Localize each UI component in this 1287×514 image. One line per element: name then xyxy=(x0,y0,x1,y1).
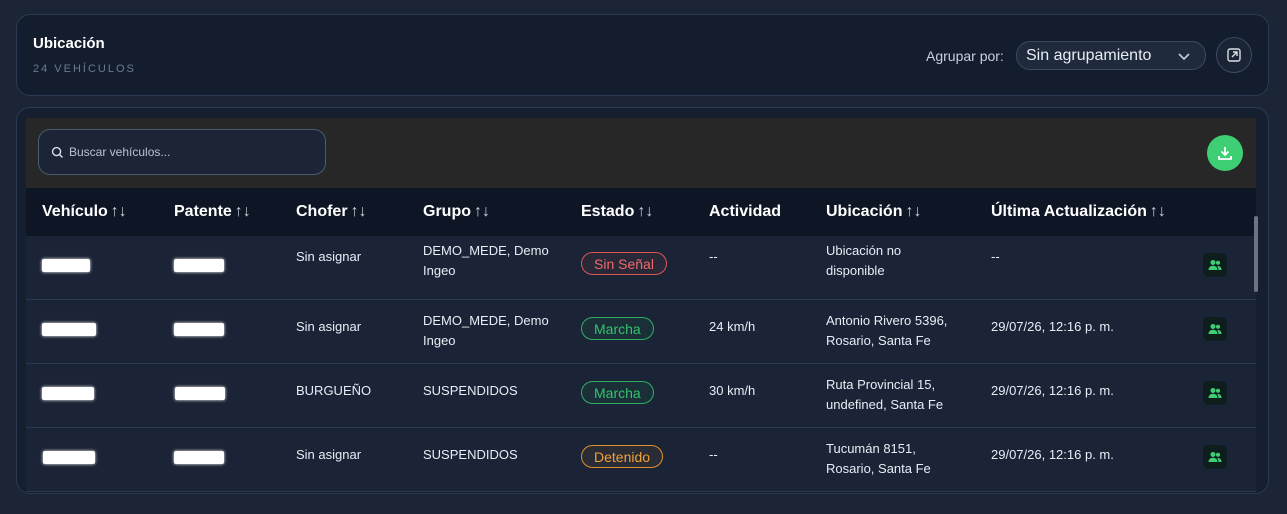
column-ultima-actualizacion[interactable]: Última Actualización ↑↓ xyxy=(991,203,1166,221)
external-link-icon xyxy=(1227,48,1241,62)
status-badge: Sin Señal xyxy=(581,252,667,275)
redacted-vehicle xyxy=(42,259,90,272)
search-box[interactable] xyxy=(38,129,326,175)
table-scrollbar[interactable] xyxy=(1254,216,1258,292)
status-badge: Marcha xyxy=(581,381,654,404)
actividad-cell: -- xyxy=(709,447,718,462)
group-by-value: Sin agrupamiento xyxy=(1026,46,1152,64)
grupo-cell: DEMO_MEDE, Demo Ingeo xyxy=(423,243,549,278)
redacted-plate xyxy=(174,323,224,336)
actualizacion-cell: 29/07/26, 12:16 p. m. xyxy=(991,319,1114,334)
ubicacion-cell: Tucumán 8151, Rosario, Santa Fe xyxy=(826,441,931,476)
column-ubicacion[interactable]: Ubicación ↑↓ xyxy=(826,203,921,221)
column-vehiculo[interactable]: Vehículo ↑↓ xyxy=(42,203,127,221)
redacted-plate xyxy=(174,451,224,464)
sort-icon[interactable]: ↑↓ xyxy=(905,203,921,220)
table-row[interactable]: Sin asignar DEMO_MEDE, Demo Ingeo Sin Señ… xyxy=(26,236,1256,300)
chofer-cell: BURGUEÑO xyxy=(296,383,372,398)
column-estado[interactable]: Estado ↑↓ xyxy=(581,203,653,221)
table-row[interactable]: BURGUEÑO SUSPENDIDOS Marcha 30 km/h Ruta… xyxy=(26,364,1256,428)
sort-icon[interactable]: ↑↓ xyxy=(474,203,490,220)
table-toolbar xyxy=(26,118,1256,188)
chevron-down-icon xyxy=(1178,53,1190,61)
status-badge: Detenido xyxy=(581,445,664,468)
sort-icon[interactable]: ↑↓ xyxy=(1150,203,1166,220)
column-patente[interactable]: Patente ↑↓ xyxy=(174,203,251,221)
page-title: Ubicación xyxy=(33,35,105,52)
search-input[interactable] xyxy=(69,145,309,159)
header-card: Ubicación 24 VEHÍCULOS Agrupar por: Sin … xyxy=(16,14,1269,96)
actividad-cell: 24 km/h xyxy=(709,319,756,334)
ubicacion-cell: Ruta Provincial 15, undefined, Santa Fe xyxy=(826,377,944,412)
users-icon xyxy=(1208,260,1222,270)
vehicle-count: 24 VEHÍCULOS xyxy=(33,63,136,75)
chofer-cell: Sin asignar xyxy=(296,447,362,462)
group-by-label: Agrupar por: xyxy=(926,48,1004,64)
redacted-vehicle xyxy=(42,323,96,336)
expand-button[interactable] xyxy=(1216,37,1252,73)
actualizacion-cell: 29/07/26, 12:16 p. m. xyxy=(991,383,1114,398)
search-icon xyxy=(51,146,64,158)
grupo-cell: SUSPENDIDOS xyxy=(423,447,518,462)
vehicles-table-card: Vehículo↑↓ Patente↑↓ Chofer↑↓ Grupo↑↓ Es… xyxy=(16,107,1269,494)
assign-driver-button[interactable] xyxy=(1203,253,1227,277)
table-row[interactable]: Sin asignar SUSPENDIDOS Detenido -- Tucu… xyxy=(26,428,1256,492)
assign-driver-button[interactable] xyxy=(1203,317,1227,341)
redacted-vehicle xyxy=(42,387,94,400)
ubicacion-cell: Antonio Rivero 5396, Rosario, Santa Fe xyxy=(826,313,948,348)
column-actividad: Actividad xyxy=(709,203,782,220)
users-icon xyxy=(1208,388,1222,398)
assign-driver-button[interactable] xyxy=(1203,381,1227,405)
column-chofer[interactable]: Chofer ↑↓ xyxy=(296,203,367,221)
download-button[interactable] xyxy=(1207,135,1243,171)
chofer-cell: Sin asignar xyxy=(296,249,362,264)
grupo-cell: SUSPENDIDOS xyxy=(423,383,518,398)
status-badge: Marcha xyxy=(581,317,654,340)
sort-icon[interactable]: ↑↓ xyxy=(235,203,251,220)
table-body: Sin asignar DEMO_MEDE, Demo Ingeo Sin Señ… xyxy=(26,236,1256,492)
table-header: Vehículo ↑↓ Patente ↑↓ Chofer ↑↓ Grupo ↑↓ Es… xyxy=(26,188,1256,236)
sort-icon[interactable]: ↑↓ xyxy=(111,203,127,220)
redacted-plate xyxy=(175,387,225,400)
table-row[interactable]: Sin asignar DEMO_MEDE, Demo Ingeo Marcha … xyxy=(26,300,1256,364)
actualizacion-cell: -- xyxy=(991,249,1000,264)
grupo-cell: DEMO_MEDE, Demo Ingeo xyxy=(423,313,549,348)
sort-icon[interactable]: ↑↓ xyxy=(637,203,653,220)
users-icon xyxy=(1208,452,1222,462)
actividad-cell: -- xyxy=(709,249,718,264)
group-by-select[interactable]: Sin agrupamiento xyxy=(1016,41,1206,70)
chofer-cell: Sin asignar xyxy=(296,319,362,334)
redacted-plate xyxy=(174,259,224,272)
users-icon xyxy=(1208,324,1222,334)
sort-icon[interactable]: ↑↓ xyxy=(351,203,367,220)
ubicacion-cell: Ubicación no disponible xyxy=(826,243,902,278)
redacted-vehicle xyxy=(43,451,95,464)
column-grupo[interactable]: Grupo ↑↓ xyxy=(423,203,490,221)
actualizacion-cell: 29/07/26, 12:16 p. m. xyxy=(991,447,1114,462)
download-icon xyxy=(1218,147,1232,160)
assign-driver-button[interactable] xyxy=(1203,445,1227,469)
actividad-cell: 30 km/h xyxy=(709,383,756,398)
